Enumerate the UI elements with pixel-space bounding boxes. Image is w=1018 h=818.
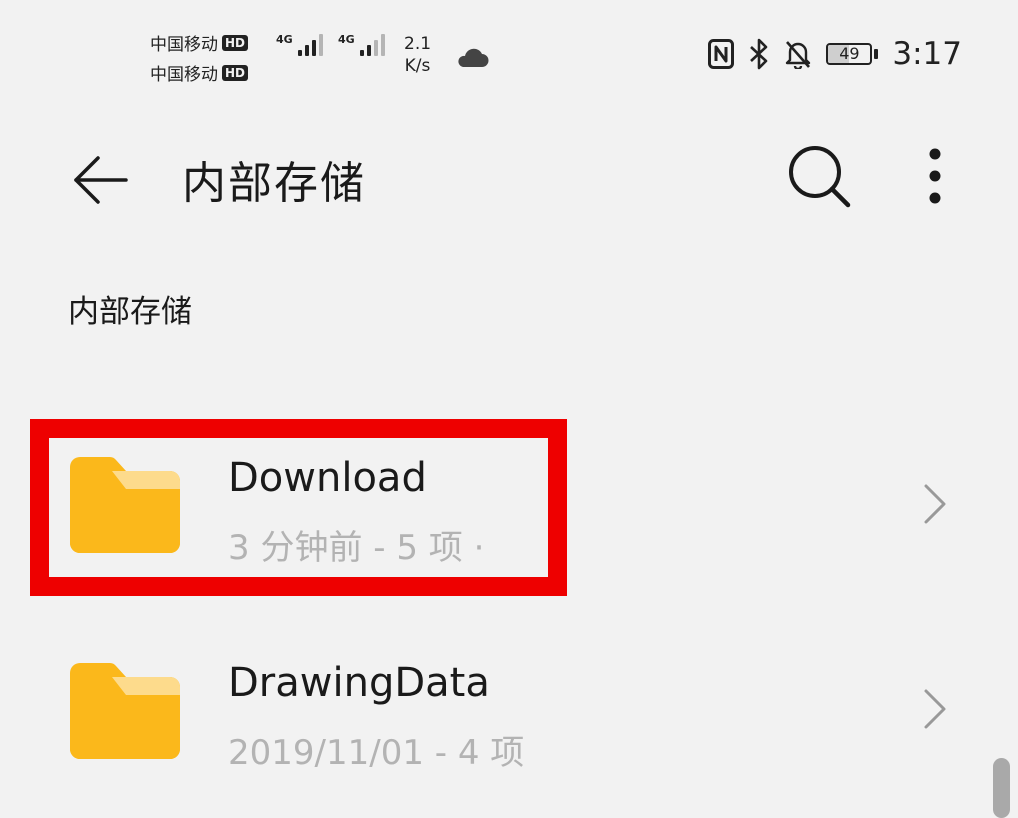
network-speed-value: 2.1 (404, 34, 432, 54)
carrier-2: 中国移动 HD (150, 60, 249, 85)
signal-bar (318, 34, 323, 56)
signal-bar (373, 40, 378, 56)
signal-bar (380, 34, 385, 56)
signal-bar (311, 40, 316, 56)
folder-name: DrawingData (228, 660, 490, 706)
status-bar: 中国移动 HD 中国移动 HD 4G 4G 2.1 K/s 49 3:17 (0, 0, 1018, 110)
battery-tip (874, 49, 879, 59)
battery-icon: 49 (826, 43, 879, 65)
battery-body: 49 (826, 43, 873, 65)
carrier-2-label: 中国移动 (150, 65, 218, 85)
hd-badge: HD (222, 64, 249, 81)
status-right-group: 49 3:17 (708, 36, 962, 72)
carrier-1: 中国移动 HD (150, 30, 249, 55)
more-vertical-icon[interactable] (910, 146, 960, 206)
signal-bar (304, 45, 309, 56)
network-speed-unit: K/s (404, 56, 431, 76)
battery-percent: 49 (839, 44, 860, 63)
signal-strength-2-icon: 4G (338, 34, 385, 56)
top-app-bar: 内部存储 (0, 120, 1018, 230)
nfc-icon (708, 39, 735, 69)
bell-muted-icon (786, 41, 811, 69)
folder-meta: 2019/11/01 - 4 项 (228, 733, 525, 773)
signal-bar (359, 50, 364, 56)
signal-bar (297, 50, 302, 56)
folder-icon (70, 457, 180, 553)
bluetooth-icon (750, 38, 768, 70)
carrier-1-label: 中国移动 (150, 35, 218, 55)
signal-bar (366, 45, 371, 56)
cloud-icon (458, 48, 489, 67)
signal-strength-1-icon: 4G (276, 34, 323, 56)
clock: 3:17 (892, 36, 962, 72)
page-title: 内部存储 (182, 158, 366, 209)
folder-row-download[interactable]: Download 3 分钟前 - 5 项 · (0, 420, 1018, 590)
chevron-right-icon (924, 484, 946, 524)
breadcrumb[interactable]: 内部存储 (68, 286, 192, 331)
network-speed: 2.1 K/s (404, 33, 431, 77)
scrollbar-thumb[interactable] (993, 758, 1010, 818)
network-type-2: 4G (338, 33, 355, 46)
hd-badge: HD (222, 34, 249, 51)
search-icon[interactable] (785, 142, 855, 212)
folder-icon (70, 663, 180, 759)
back-arrow-icon[interactable] (70, 150, 130, 210)
folder-meta: 3 分钟前 - 5 项 · (228, 528, 485, 568)
folder-row-drawingdata[interactable]: DrawingData 2019/11/01 - 4 项 (0, 625, 1018, 795)
chevron-right-icon (924, 689, 946, 729)
network-type-1: 4G (276, 33, 293, 46)
folder-name: Download (228, 455, 427, 501)
